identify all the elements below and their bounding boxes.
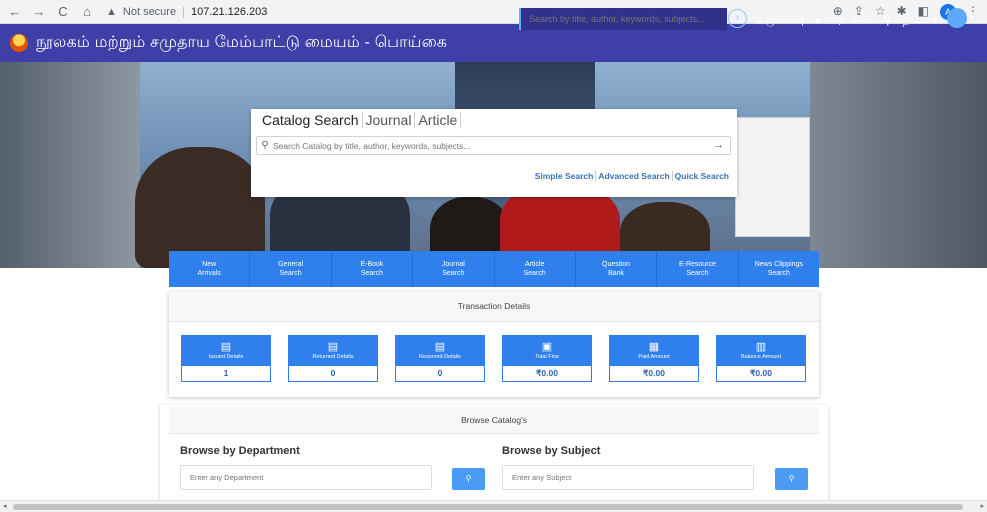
tile-label: Total Fine bbox=[535, 354, 559, 360]
arrow-right-icon[interactable]: → bbox=[713, 139, 724, 151]
department-field[interactable] bbox=[180, 465, 432, 490]
tile-label: Reserved Details bbox=[419, 354, 461, 360]
wallet-icon: ▥ bbox=[755, 341, 767, 353]
menu-journal-search[interactable]: Journal Search bbox=[413, 251, 495, 287]
tile-balance-amount[interactable]: ▥ Balance Amount ₹0.00 bbox=[716, 335, 806, 382]
tile-value: 0 bbox=[437, 368, 443, 378]
quick-search-link[interactable]: Quick Search bbox=[673, 171, 731, 181]
hero-wall-left bbox=[0, 62, 140, 268]
transaction-tiles: ▤ Issued Details 1 ▤ Returned Details 0 ▤ R… bbox=[181, 335, 806, 382]
tile-reserved[interactable]: ▤ Reserved Details 0 bbox=[395, 335, 485, 382]
header-search-input[interactable] bbox=[529, 14, 727, 24]
browse-department-heading: Browse by Department bbox=[180, 445, 300, 457]
simple-search-link[interactable]: Simple Search bbox=[533, 171, 597, 181]
horizontal-scrollbar[interactable]: ◂ ▸ bbox=[0, 500, 987, 512]
book-reserve-icon: ▤ bbox=[434, 341, 446, 353]
browse-catalog-title: Browse Catalog's bbox=[169, 407, 819, 434]
warning-icon: ▲ bbox=[106, 5, 117, 18]
nav-chat[interactable]: ● அரட்டை bbox=[814, 12, 873, 28]
scrollbar-thumb[interactable] bbox=[13, 504, 963, 510]
tile-value: 1 bbox=[223, 368, 229, 378]
home-icon[interactable]: ⌂ bbox=[80, 4, 94, 19]
rupee-icon: ▣ bbox=[541, 341, 553, 353]
tile-label: Paid Amount bbox=[638, 354, 670, 360]
menu-general-search[interactable]: General Search bbox=[250, 251, 332, 287]
subject-search-button[interactable]: ⚲ bbox=[775, 468, 808, 490]
subject-field[interactable] bbox=[502, 465, 754, 490]
quick-menu-bar: New Arrivals General Search E-Book Searc… bbox=[169, 251, 819, 287]
nav-chat-label: அரட்டை bbox=[823, 12, 874, 26]
user-avatar-icon[interactable] bbox=[947, 8, 967, 28]
url-text[interactable]: 107.21.126.203 bbox=[191, 6, 267, 18]
tile-total-fine[interactable]: ▣ Total Fine ₹0.00 bbox=[502, 335, 592, 382]
nav-search-label: தேடல் bbox=[894, 12, 931, 26]
search-icon: ⚲ bbox=[788, 474, 795, 483]
scroll-left-icon[interactable]: ◂ bbox=[3, 502, 7, 510]
user-caret-icon[interactable]: ▾ bbox=[970, 12, 974, 21]
tab-article[interactable]: Article bbox=[415, 112, 462, 128]
book-check-icon: ▤ bbox=[220, 341, 232, 353]
tile-issued[interactable]: ▤ Issued Details 1 bbox=[181, 335, 271, 382]
site-header: நூலகம் மற்றும் சமுதாய மேம்பாட்டு மையம் -… bbox=[0, 24, 987, 62]
nav-home[interactable]: ⌂ முகப்பு bbox=[756, 12, 804, 28]
header-links: ⌂ முகப்பு ● அரட்டை ⚲ தேடல் ▾ bbox=[756, 12, 938, 28]
chat-icon: ● bbox=[814, 13, 822, 27]
tile-label: Returned Details bbox=[312, 354, 354, 360]
browser-nav: ← → C ⌂ bbox=[0, 4, 94, 19]
search-tabs: Catalog Search Journal Article bbox=[259, 112, 462, 128]
tile-label: Balance Amount bbox=[740, 354, 782, 360]
search-nav-icon: ⚲ bbox=[883, 13, 893, 27]
nav-search[interactable]: ⚲ தேடல் ▾ bbox=[883, 12, 938, 28]
scroll-right-icon[interactable]: ▸ bbox=[980, 502, 984, 510]
department-input[interactable] bbox=[190, 473, 431, 482]
tile-value: ₹0.00 bbox=[750, 368, 772, 378]
tab-journal[interactable]: Journal bbox=[363, 112, 416, 128]
menu-article-search[interactable]: Article Search bbox=[495, 251, 576, 287]
book-return-icon: ▤ bbox=[327, 341, 339, 353]
catalog-search-card: Catalog Search Journal Article ⚲ → Simpl… bbox=[251, 109, 737, 197]
tile-value: 0 bbox=[330, 368, 336, 378]
receipt-icon: ▦ bbox=[648, 341, 660, 353]
advanced-search-link[interactable]: Advanced Search bbox=[596, 171, 673, 181]
search-icon: ⚲ bbox=[261, 140, 269, 151]
search-mode-links: Simple Search Advanced Search Quick Sear… bbox=[533, 171, 731, 181]
tile-returned[interactable]: ▤ Returned Details 0 bbox=[288, 335, 378, 382]
transaction-details-title: Transaction Details bbox=[169, 291, 819, 322]
tile-label: Issued Details bbox=[208, 354, 244, 360]
department-search-button[interactable]: ⚲ bbox=[452, 468, 485, 490]
catalog-search-field[interactable]: ⚲ → bbox=[256, 136, 731, 155]
chevron-down-icon: ▾ bbox=[932, 13, 939, 27]
hero-student bbox=[135, 147, 265, 268]
tab-catalog-search[interactable]: Catalog Search bbox=[259, 112, 363, 128]
address-divider: | bbox=[182, 5, 185, 18]
hero-wall-right bbox=[810, 62, 987, 268]
reload-icon[interactable]: C bbox=[56, 4, 70, 19]
browse-subject-heading: Browse by Subject bbox=[502, 445, 601, 457]
header-search[interactable] bbox=[519, 8, 727, 30]
menu-new-arrivals[interactable]: New Arrivals bbox=[169, 251, 251, 287]
search-icon: ⚲ bbox=[465, 474, 472, 483]
transaction-details-card: Transaction Details ▤ Issued Details 1 ▤ R… bbox=[169, 291, 819, 397]
subject-input[interactable] bbox=[512, 473, 753, 482]
menu-news-clippings-search[interactable]: News Clippings Search bbox=[739, 251, 819, 287]
catalog-search-input[interactable] bbox=[273, 140, 713, 151]
hero-alphabet-chart bbox=[735, 117, 810, 237]
tile-paid-amount[interactable]: ▦ Paid Amount ₹0.00 bbox=[609, 335, 699, 382]
menu-question-bank[interactable]: Question Bank bbox=[576, 251, 658, 287]
address-bar[interactable]: ▲ Not secure | 107.21.126.203 bbox=[106, 6, 267, 18]
menu-ebook-search[interactable]: E-Book Search bbox=[332, 251, 414, 287]
browse-catalog-card: Browse Catalog's Browse by Department ⚲ … bbox=[160, 405, 828, 500]
forward-icon[interactable]: → bbox=[32, 4, 46, 19]
header-search-button[interactable]: › bbox=[728, 9, 747, 28]
site-logo[interactable] bbox=[10, 34, 28, 52]
menu-eresource-search[interactable]: E-Resource Search bbox=[657, 251, 739, 287]
nav-home-label: முகப்பு bbox=[765, 12, 805, 26]
security-warning: Not secure bbox=[122, 5, 177, 18]
tile-value: ₹0.00 bbox=[643, 368, 665, 378]
back-icon[interactable]: ← bbox=[8, 4, 22, 19]
home-nav-icon: ⌂ bbox=[756, 13, 764, 27]
tile-value: ₹0.00 bbox=[536, 368, 558, 378]
site-title[interactable]: நூலகம் மற்றும் சமுதாய மேம்பாட்டு மையம் -… bbox=[36, 33, 447, 53]
